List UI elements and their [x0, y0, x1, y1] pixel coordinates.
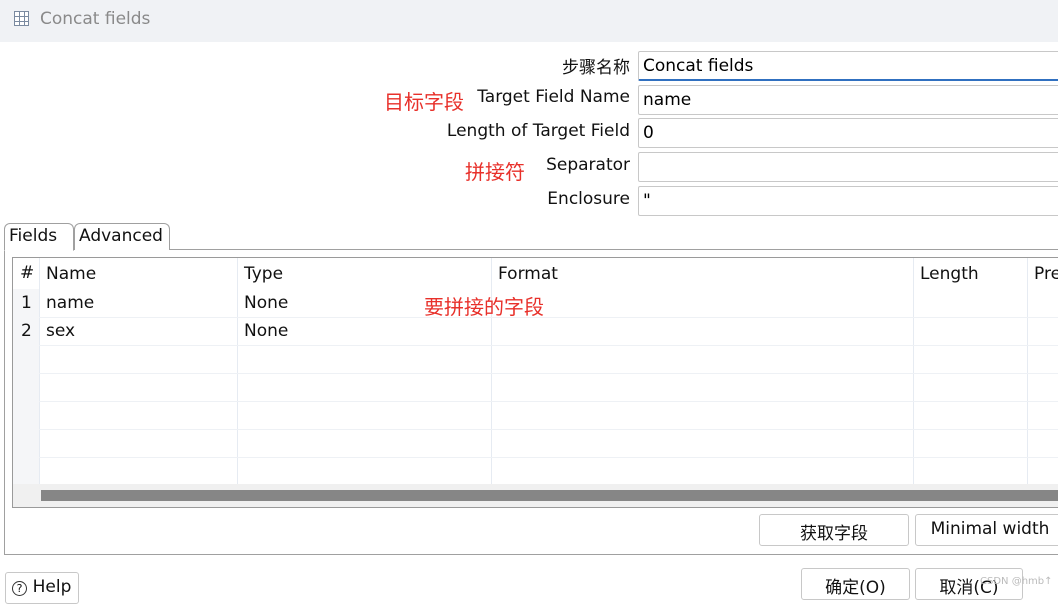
separator-input[interactable]	[638, 152, 1058, 182]
watermark: CSDN @hmb↑	[980, 576, 1053, 587]
step-name-label: 步骤名称	[562, 58, 630, 78]
horizontal-scrollbar[interactable]	[41, 490, 1058, 501]
title-bar: Concat fields	[0, 0, 1058, 42]
enclosure-label: Enclosure	[547, 189, 630, 209]
row-index: 1	[21, 293, 32, 313]
length-input[interactable]	[638, 118, 1058, 148]
minimal-width-button[interactable]: Minimal width	[915, 514, 1058, 546]
header-length[interactable]: Length	[920, 264, 979, 284]
row-type[interactable]: None	[244, 293, 288, 313]
step-name-input[interactable]	[638, 51, 1058, 81]
get-fields-button[interactable]: 获取字段	[759, 514, 909, 546]
row-name[interactable]: sex	[46, 321, 75, 341]
enclosure-input[interactable]	[638, 186, 1058, 216]
row-type[interactable]: None	[244, 321, 288, 341]
length-label: Length of Target Field	[446, 121, 630, 141]
help-icon: ?	[12, 581, 27, 596]
tab-advanced[interactable]: Advanced	[74, 223, 170, 250]
target-field-label: Target Field Name	[477, 87, 630, 107]
header-type[interactable]: Type	[244, 264, 283, 284]
header-precision[interactable]: Pre	[1034, 264, 1058, 284]
row-index: 2	[21, 321, 32, 341]
tab-fields[interactable]: Fields	[4, 223, 74, 251]
annotation-separator: 拼接符	[465, 160, 525, 184]
ok-button[interactable]: 确定(O)	[801, 568, 910, 600]
annotation-target: 目标字段	[384, 90, 464, 114]
annotation-fields: 要拼接的字段	[424, 295, 544, 319]
header-name[interactable]: Name	[46, 264, 96, 284]
table-icon	[14, 11, 29, 26]
help-button[interactable]: ? Help	[5, 572, 79, 604]
help-label: Help	[32, 577, 72, 597]
header-format[interactable]: Format	[498, 264, 558, 284]
window-title: Concat fields	[40, 9, 151, 29]
separator-label: Separator	[546, 155, 630, 175]
row-name[interactable]: name	[46, 293, 94, 313]
target-field-input[interactable]	[638, 85, 1058, 115]
header-index[interactable]: #	[20, 263, 34, 283]
